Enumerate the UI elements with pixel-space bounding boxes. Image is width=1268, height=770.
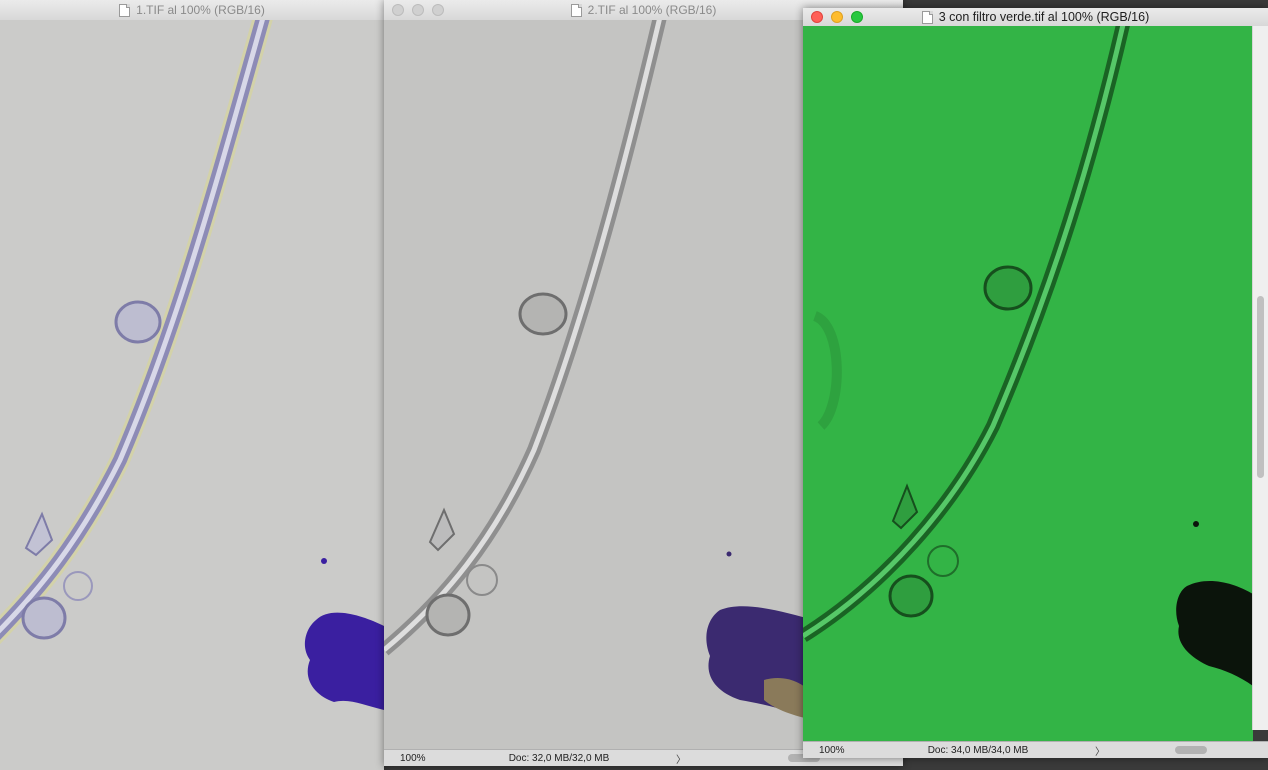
vertical-scroll-thumb[interactable] <box>1257 296 1264 478</box>
document-size-info: Doc: 34,0 MB/34,0 MB <box>927 744 1029 756</box>
document-icon <box>570 3 582 17</box>
zoom-level-field[interactable]: 100% <box>384 753 444 764</box>
window-1-image-canvas[interactable] <box>0 20 384 770</box>
window-2-title: 2.TIF al 100% (RGB/16) <box>587 3 717 17</box>
status-menu-arrow-icon[interactable]: 〉 <box>674 751 688 766</box>
document-icon <box>119 3 131 17</box>
window-3-title: 3 con filtro verde.tif al 100% (RGB/16) <box>938 10 1150 24</box>
close-button[interactable] <box>811 11 823 23</box>
document-window-3[interactable]: 3 con filtro verde.tif al 100% (RGB/16) … <box>803 8 1268 758</box>
horizontal-scroll-thumb[interactable] <box>1175 746 1207 754</box>
status-menu-arrow-icon[interactable]: 〉 <box>1093 743 1107 758</box>
close-button[interactable] <box>392 4 404 16</box>
zoom-button[interactable] <box>432 4 444 16</box>
window-1-title: 1.TIF al 100% (RGB/16) <box>136 3 265 17</box>
document-size-info: Doc: 32,0 MB/32,0 MB <box>508 752 610 764</box>
window-1-titlebar[interactable]: 1.TIF al 100% (RGB/16) <box>0 0 384 21</box>
window-3-status-bar: 100% Doc: 34,0 MB/34,0 MB 〉 <box>803 741 1268 758</box>
micrograph-image-3 <box>803 26 1253 742</box>
minimize-button[interactable] <box>831 11 843 23</box>
minimize-button[interactable] <box>412 4 424 16</box>
vertical-scrollbar[interactable] <box>1252 26 1268 730</box>
window-3-controls <box>811 11 863 23</box>
window-2-controls <box>392 4 444 16</box>
window-3-titlebar[interactable]: 3 con filtro verde.tif al 100% (RGB/16) <box>803 8 1268 27</box>
micrograph-image-1 <box>0 20 384 770</box>
document-icon <box>921 10 933 24</box>
document-window-1[interactable]: 1.TIF al 100% (RGB/16) <box>0 0 384 770</box>
zoom-level-field[interactable]: 100% <box>803 745 863 756</box>
zoom-button[interactable] <box>851 11 863 23</box>
window-3-image-canvas[interactable] <box>803 26 1253 742</box>
horizontal-scrollbar[interactable] <box>1107 742 1268 758</box>
